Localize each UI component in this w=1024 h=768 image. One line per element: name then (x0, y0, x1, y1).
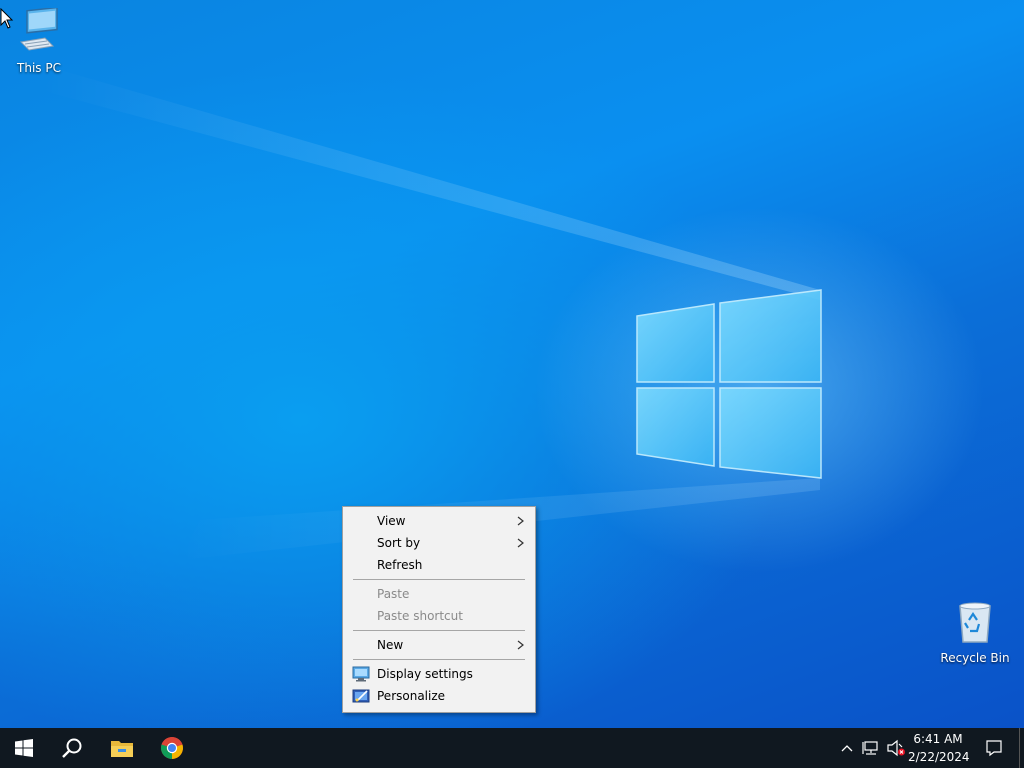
start-button[interactable] (0, 728, 48, 768)
chevron-right-icon (517, 538, 524, 548)
menu-separator (353, 659, 525, 660)
chrome-icon (161, 737, 183, 759)
action-center-button[interactable] (976, 728, 1012, 768)
taskbar-file-explorer[interactable] (98, 728, 146, 768)
file-explorer-icon (111, 741, 133, 757)
network-button[interactable] (859, 728, 883, 768)
desktop-icon-label: Recycle Bin (940, 651, 1010, 665)
menu-item-label: Paste (377, 587, 410, 601)
desktop[interactable]: This PC Recycle Bin View Sort by Refresh… (0, 0, 1024, 728)
taskbar-chrome[interactable] (148, 728, 196, 768)
volume-muted-icon (887, 739, 905, 757)
desktop-icon-recycle-bin[interactable]: Recycle Bin (938, 598, 1012, 665)
menu-item-label: Display settings (377, 667, 473, 681)
mouse-pointer-icon (0, 8, 14, 29)
display-icon (352, 666, 370, 682)
menu-item-sort-by[interactable]: Sort by (344, 532, 534, 554)
windows-start-icon (15, 739, 33, 757)
show-desktop-button[interactable] (1019, 728, 1024, 768)
show-hidden-icons-button[interactable] (836, 728, 858, 768)
personalize-icon (352, 689, 370, 703)
menu-separator (353, 630, 525, 631)
menu-item-refresh[interactable]: Refresh (344, 554, 534, 576)
clock[interactable]: 6:41 AM 2/22/2024 (908, 730, 970, 766)
menu-item-label: Sort by (377, 536, 421, 550)
clock-date: 2/22/2024 (908, 750, 970, 764)
desktop-icon-label: This PC (17, 61, 61, 75)
chevron-right-icon (517, 516, 524, 526)
search-button[interactable] (48, 728, 96, 768)
notification-icon (986, 740, 1002, 757)
chevron-right-icon (517, 640, 524, 650)
clock-time: 6:41 AM (913, 732, 963, 746)
menu-item-label: Personalize (377, 689, 446, 703)
windows-logo-wallpaper (636, 289, 822, 479)
desktop-context-menu: View Sort by Refresh Paste Paste shortcu… (342, 506, 536, 713)
menu-item-label: Refresh (377, 558, 423, 572)
menu-item-display-settings[interactable]: Display settings (344, 663, 534, 685)
menu-item-new[interactable]: New (344, 634, 534, 656)
menu-item-paste-shortcut[interactable]: Paste shortcut (344, 605, 534, 627)
menu-separator (353, 579, 525, 580)
chevron-up-icon (841, 745, 853, 752)
computer-icon (19, 6, 58, 51)
volume-button[interactable] (884, 728, 908, 768)
menu-item-label: New (377, 638, 404, 652)
menu-item-label: Paste shortcut (377, 609, 463, 623)
menu-item-label: View (377, 514, 406, 528)
search-icon (62, 738, 82, 758)
menu-item-personalize[interactable]: Personalize (344, 685, 534, 707)
network-icon (862, 741, 878, 755)
menu-item-paste[interactable]: Paste (344, 583, 534, 605)
taskbar: 6:41 AM 2/22/2024 (0, 728, 1024, 768)
recycle-bin-icon (959, 602, 991, 643)
menu-item-view[interactable]: View (344, 510, 534, 532)
